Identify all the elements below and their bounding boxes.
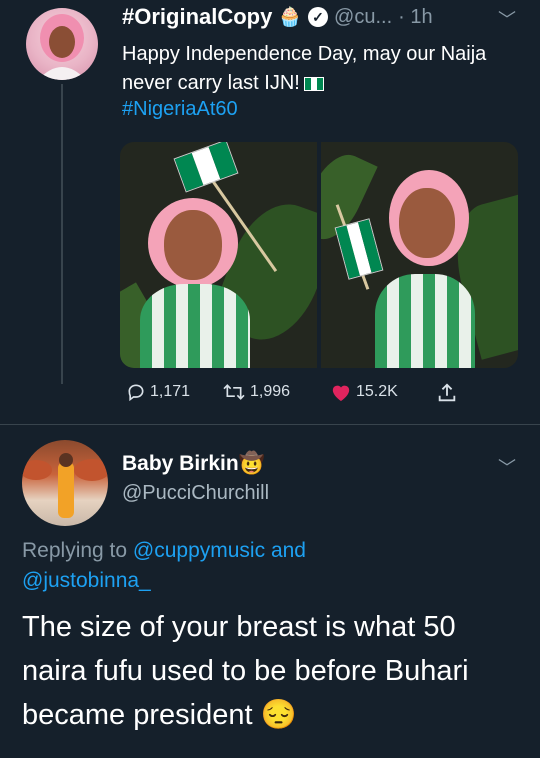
mention-link[interactable]: @cuppymusic — [133, 539, 265, 562]
reply-icon — [128, 384, 144, 402]
reply-author-handle[interactable]: @PucciChurchill — [122, 482, 269, 505]
chevron-down-icon[interactable]: ﹀ — [498, 454, 516, 480]
share-action[interactable] — [436, 382, 462, 404]
cowboy-emoji: 🤠 — [238, 452, 265, 475]
mention-and: and — [270, 539, 306, 562]
reply-count: 1,171 — [150, 383, 191, 400]
author-avatar[interactable] — [26, 8, 98, 80]
reply-author-avatar[interactable] — [22, 440, 108, 526]
mention-link[interactable]: @justobinna_ — [22, 569, 151, 592]
reply-author-name[interactable]: Baby Birkin🤠 — [122, 452, 265, 476]
pensive-emoji: 😔 — [260, 699, 297, 731]
tweet-header: #OriginalCopy 🧁 ✓ @cu... · 1h — [122, 4, 433, 30]
retweet-count: 1,996 — [250, 383, 291, 400]
tweet-text: Happy Independence Day, may our Naija ne… — [122, 40, 522, 98]
original-tweet: #OriginalCopy 🧁 ✓ @cu... · 1h ﹀ Happy In… — [0, 0, 540, 425]
verified-badge-icon: ✓ — [308, 7, 329, 27]
replying-prefix: Replying to — [22, 539, 128, 562]
tweet-time[interactable]: · 1h — [398, 6, 432, 29]
replying-to: Replying to @cuppymusic and @justobinna_ — [22, 536, 522, 596]
like-count: 15.2K — [356, 383, 398, 400]
photo-right[interactable] — [321, 142, 518, 368]
hashtag-link[interactable]: #NigeriaAt60 — [122, 98, 238, 121]
nigeria-flag-icon — [303, 77, 324, 91]
cupcake-emoji: 🧁 — [278, 7, 303, 28]
reply-text: The size of your breast is what 50 naira… — [22, 605, 522, 737]
author-name[interactable]: #OriginalCopy — [122, 4, 272, 30]
tweet-divider — [0, 424, 540, 425]
photo-left[interactable] — [120, 142, 317, 368]
tweet-media[interactable] — [120, 142, 518, 368]
tweet-actions: 1,171 1,996 15.2K — [0, 382, 540, 412]
like-action[interactable]: 15.2K — [330, 382, 398, 402]
retweet-icon — [223, 384, 245, 400]
retweet-action[interactable]: 1,996 — [222, 382, 290, 402]
reply-body: The size of your breast is what 50 naira… — [22, 611, 469, 731]
thread-line — [61, 84, 63, 384]
chevron-down-icon[interactable]: ﹀ — [498, 6, 516, 32]
heart-icon — [332, 385, 350, 402]
reply-author-name-text: Baby Birkin — [122, 452, 239, 475]
author-handle[interactable]: @cu... — [334, 6, 392, 29]
reply-action[interactable]: 1,171 — [126, 382, 190, 402]
share-icon — [438, 383, 456, 402]
